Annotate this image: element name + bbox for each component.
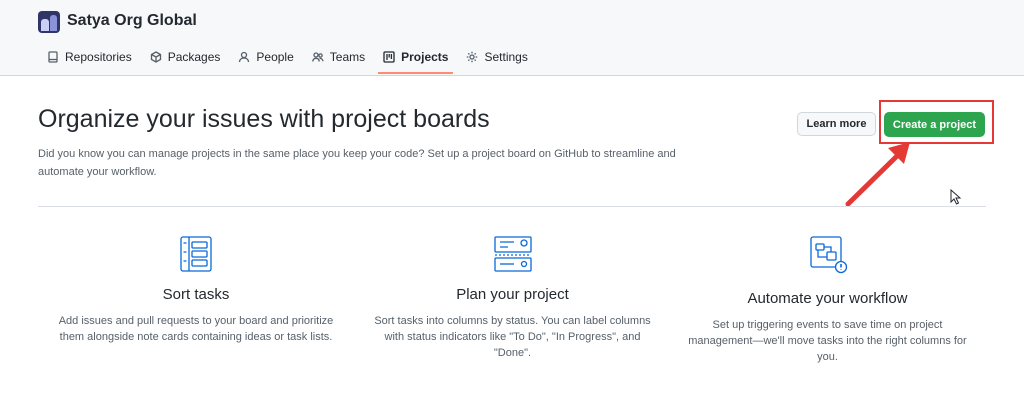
tab-label: Projects — [401, 50, 449, 64]
person-icon — [239, 51, 250, 63]
tab-label: Teams — [329, 50, 366, 64]
tab-label: People — [256, 50, 294, 64]
gear-icon — [467, 51, 478, 63]
tab-repositories[interactable]: Repositories — [38, 41, 141, 73]
feature-sort-tasks: Sort tasks Add issues and pull requests … — [56, 234, 336, 345]
people-icon — [311, 52, 324, 62]
divider — [38, 206, 986, 207]
tab-projects[interactable]: Projects — [374, 41, 457, 74]
feature-title: Automate your workflow — [747, 290, 908, 307]
org-avatar[interactable] — [38, 11, 60, 33]
tab-label: Settings — [484, 50, 528, 64]
plan-project-icon — [493, 236, 532, 272]
tab-label: Repositories — [65, 50, 132, 64]
feature-plan-project: Plan your project Sort tasks into column… — [370, 234, 655, 361]
repo-icon — [48, 51, 58, 63]
feature-title: Plan your project — [456, 286, 569, 303]
page-title: Organize your issues with project boards — [38, 105, 490, 133]
project-icon — [383, 51, 395, 63]
annotation-highlight-box — [879, 100, 994, 144]
sort-tasks-icon — [180, 236, 212, 272]
automate-workflow-icon — [809, 236, 847, 274]
org-header: Satya Org Global Repositories Packages P… — [0, 0, 1024, 76]
learn-more-button[interactable]: Learn more — [797, 112, 876, 136]
page-description: Did you know you can manage projects in … — [38, 148, 676, 178]
tab-teams[interactable]: Teams — [303, 41, 374, 73]
feature-automate-workflow: Automate your workflow Set up triggering… — [685, 234, 970, 365]
feature-description: Set up triggering events to save time on… — [688, 319, 967, 363]
mouse-cursor-icon — [950, 189, 962, 205]
feature-description: Sort tasks into columns by status. You c… — [374, 315, 651, 359]
feature-title: Sort tasks — [162, 286, 230, 303]
tab-packages[interactable]: Packages — [141, 41, 230, 73]
org-name[interactable]: Satya Org Global — [67, 12, 197, 30]
annotation-arrow-icon — [845, 142, 910, 207]
tab-people[interactable]: People — [229, 41, 302, 73]
package-icon — [150, 51, 161, 63]
org-tabs: Repositories Packages People Teams Proje… — [38, 41, 537, 75]
tab-label: Packages — [167, 50, 221, 64]
tab-settings[interactable]: Settings — [457, 41, 536, 73]
feature-description: Add issues and pull requests to your boa… — [58, 315, 334, 343]
